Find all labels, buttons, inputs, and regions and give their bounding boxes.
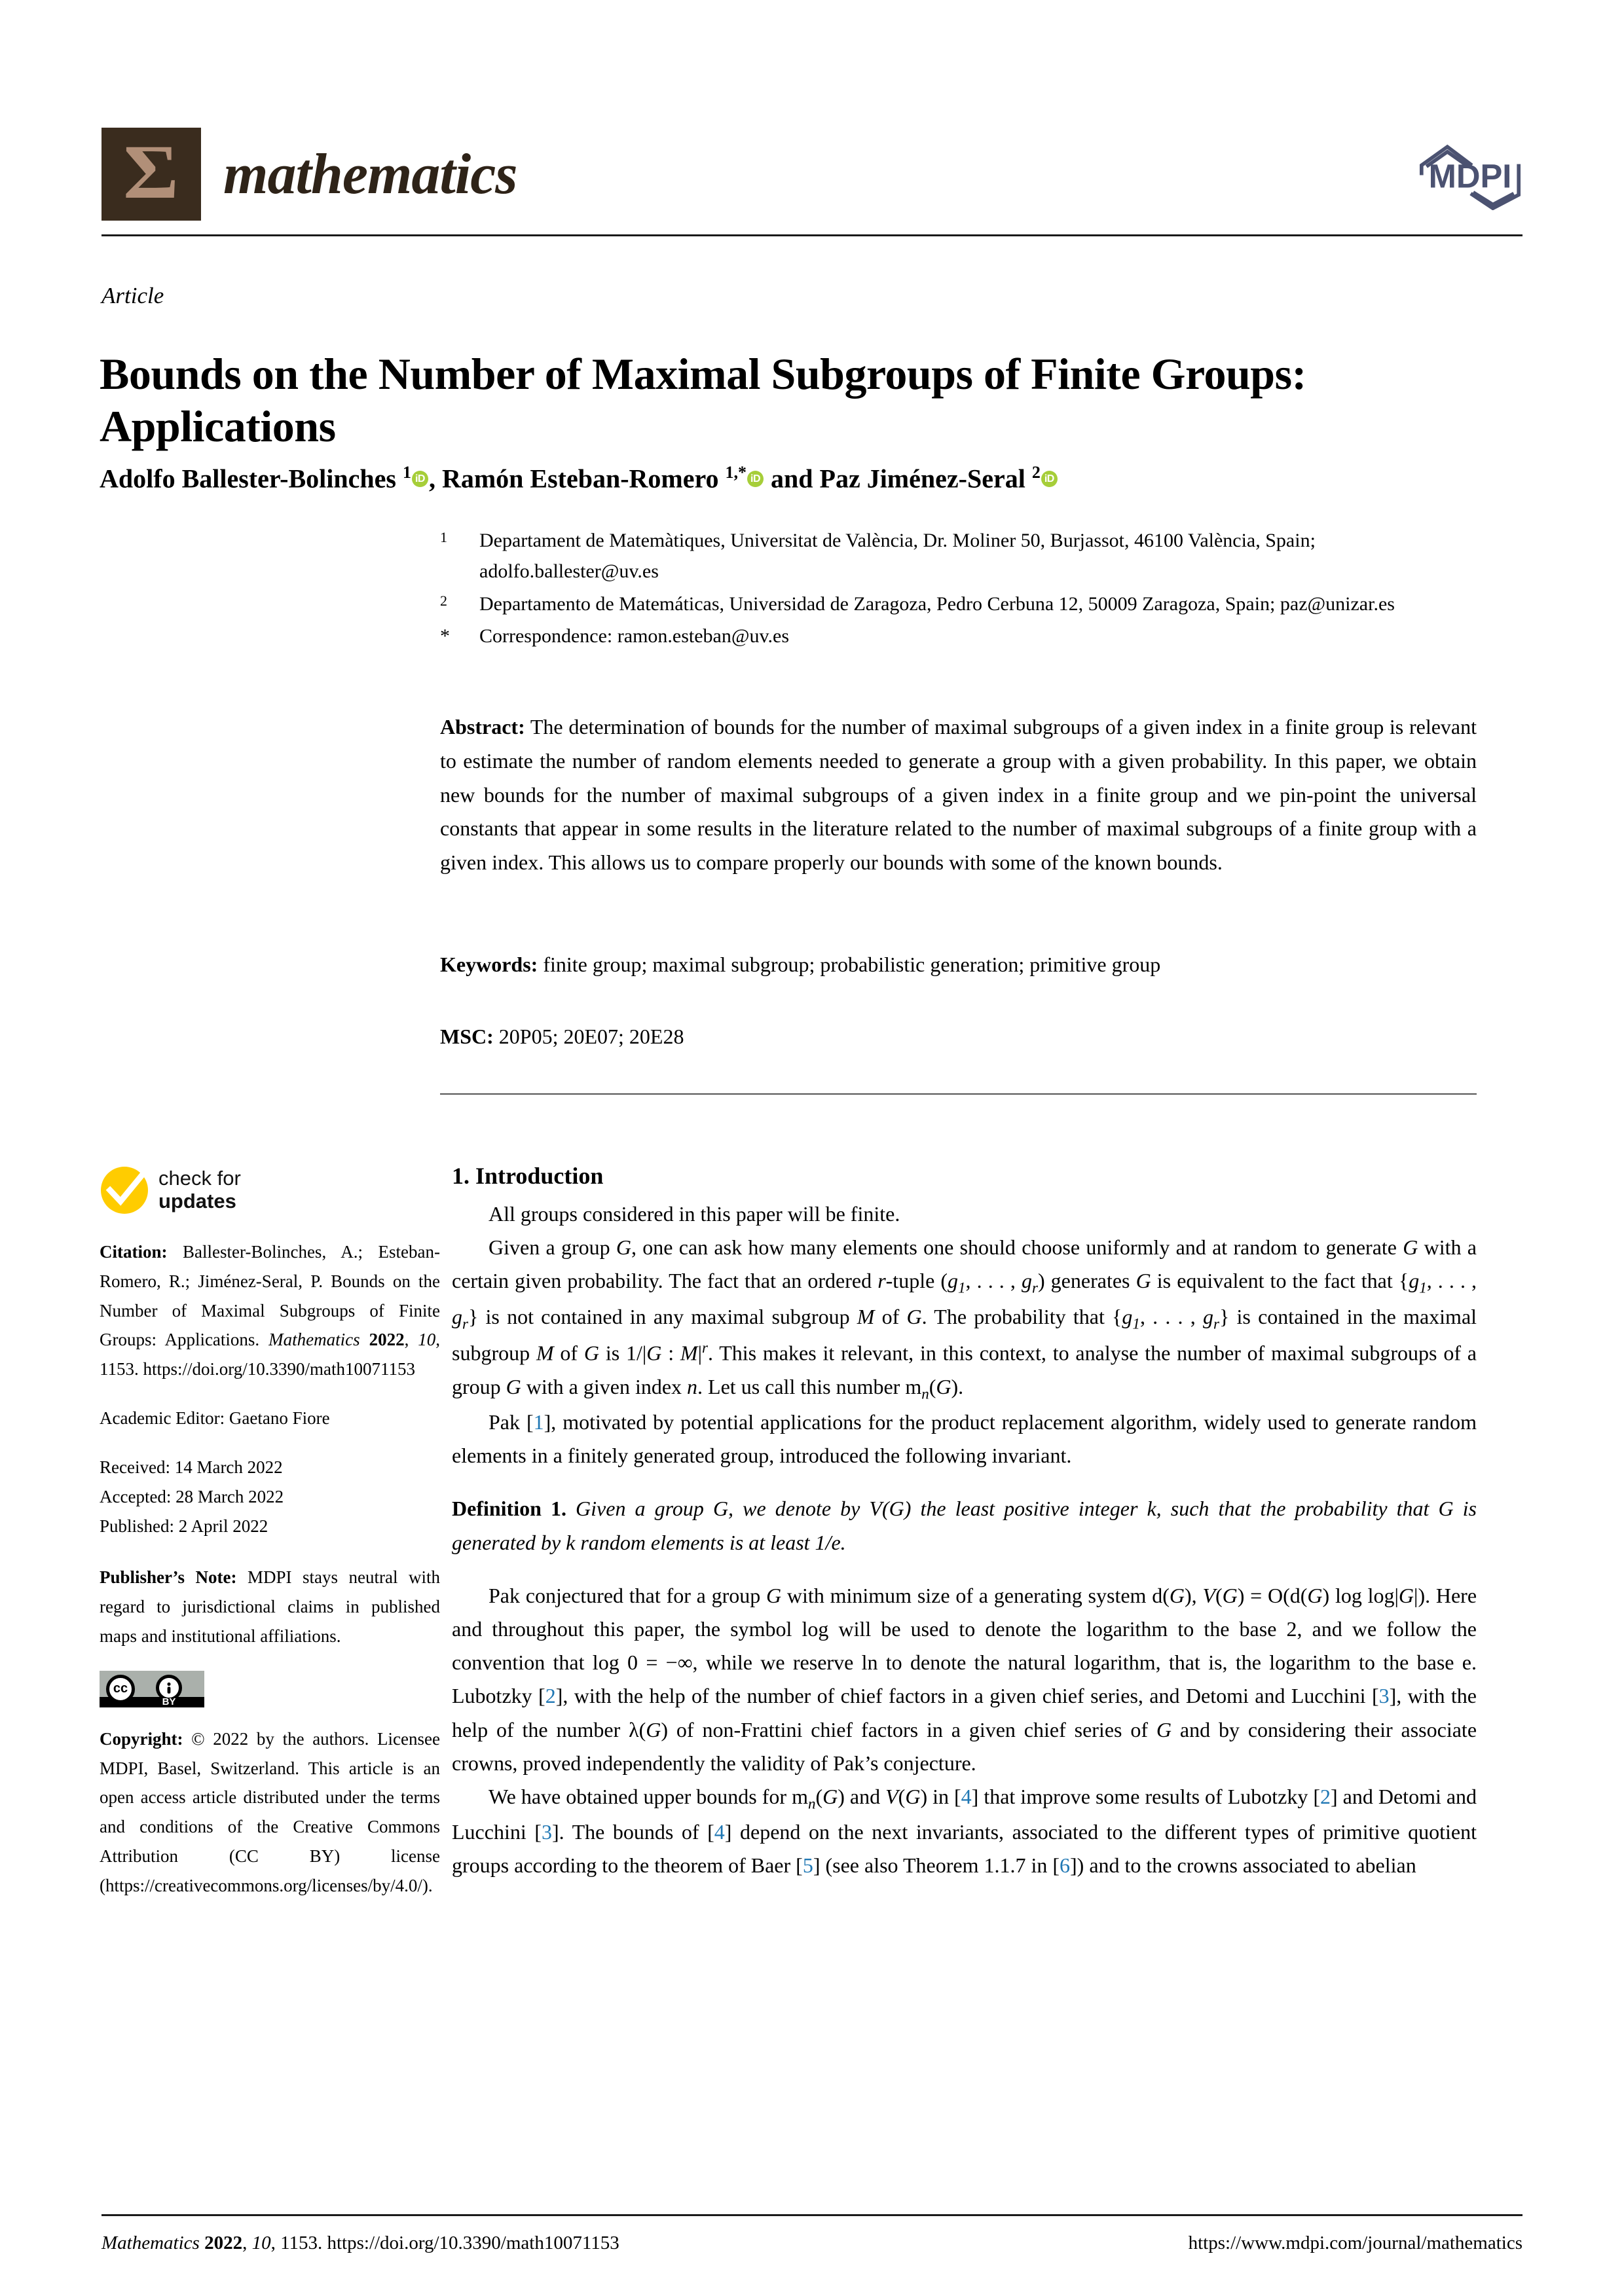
affiliation-text: Departamento de Matemáticas, Universidad…: [479, 592, 1395, 615]
cc-by-label: BY: [162, 1696, 176, 1707]
orcid-icon: iD: [747, 471, 764, 488]
cc-logo-icon: cc: [106, 1674, 135, 1704]
affiliation-marker: 2: [440, 592, 447, 609]
affiliation-text: Departament de Matemàtiques, Universitat…: [479, 530, 1316, 583]
affiliations-block: 1 Departament de Matemàtiques, Universit…: [440, 525, 1475, 653]
section-heading-introduction: 1. Introduction: [452, 1163, 604, 1189]
footer-divider: [101, 2214, 1522, 2216]
cfu-line2: updates: [158, 1190, 236, 1212]
affiliation-row: 2 Departamento de Matemáticas, Universid…: [440, 589, 1475, 619]
header-divider: [101, 234, 1522, 236]
page-footer: Mathematics 2022, 10, 1153. https://doi.…: [101, 2232, 1522, 2254]
author-list: Adolfo Ballester-Bolinches 1 iD, Ramón Es…: [100, 462, 1475, 496]
keywords-block: Keywords: finite group; maximal subgroup…: [440, 948, 1477, 981]
footer-journal-url[interactable]: https://www.mdpi.com/journal/mathematics: [1189, 2232, 1522, 2254]
check-circle-icon: [100, 1165, 149, 1215]
article-type-label: Article: [101, 283, 164, 308]
keywords-label: Keywords:: [440, 953, 538, 976]
msc-block: MSC: 20P05; 20E07; 20E28: [440, 1020, 1477, 1053]
paragraph: All groups considered in this paper will…: [489, 1202, 900, 1226]
msc-label: MSC:: [440, 1025, 494, 1048]
check-for-updates-badge[interactable]: check for updates: [100, 1165, 440, 1215]
date-received: Received: 14 March 2022: [100, 1457, 283, 1477]
page-title: Bounds on the Number of Maximal Subgroup…: [100, 348, 1306, 451]
affiliation-row: * Correspondence: ramon.esteban@uv.es: [440, 621, 1475, 651]
sidebar: check for updates Citation: Ballester-Bo…: [100, 1165, 440, 1901]
orcid-icon: iD: [1041, 471, 1058, 488]
abstract-text: The determination of bounds for the numb…: [440, 715, 1477, 875]
journal-title: mathematics: [223, 142, 518, 206]
correspondence-marker: *: [440, 625, 450, 647]
date-accepted: Accepted: 28 March 2022: [100, 1486, 284, 1506]
correspondence-text: Correspondence: ramon.esteban@uv.es: [479, 625, 790, 647]
copyright-block: Copyright: © 2022 by the authors. Licens…: [100, 1728, 440, 1895]
journal-masthead: Σ mathematics MDPI: [101, 128, 1522, 221]
svg-text:MDPI: MDPI: [1429, 157, 1512, 194]
paragraph: Given a group G, one can ask how many el…: [452, 1235, 1477, 1402]
sigma-glyph: Σ: [123, 129, 179, 215]
definition-block: Definition 1. Given a group G, we denote…: [452, 1492, 1477, 1559]
publishers-note: Publisher’s Note: MDPI stays neutral wit…: [100, 1567, 440, 1646]
affiliation-marker: 1: [440, 529, 447, 545]
sigma-logo-icon: Σ: [101, 128, 201, 221]
definition-text: Given a group G, we denote by V(G) the l…: [452, 1497, 1477, 1554]
footer-citation: Mathematics 2022, 10, 1153. https://doi.…: [101, 2232, 619, 2253]
paragraph: Pak conjectured that for a group G with …: [452, 1583, 1477, 1775]
publication-dates: Received: 14 March 2022 Accepted: 28 Mar…: [100, 1453, 440, 1540]
cfu-line1: check for: [158, 1167, 241, 1190]
paragraph: We have obtained upper bounds for mn(G) …: [452, 1784, 1477, 1878]
definition-label: Definition 1.: [452, 1497, 566, 1521]
journal-logo: Σ mathematics: [101, 128, 518, 221]
academic-editor: Academic Editor: Gaetano Fiore: [100, 1408, 330, 1429]
check-for-updates-label: check for updates: [158, 1167, 241, 1212]
keywords-text: finite group; maximal subgroup; probabil…: [543, 953, 1161, 976]
paper-page: Σ mathematics MDPI Article Bounds on the…: [0, 0, 1624, 2296]
cc-by-license-icon[interactable]: cc BY: [100, 1670, 204, 1707]
msc-text: 20P05; 20E07; 20E28: [498, 1025, 684, 1048]
paragraph: Pak [1], motivated by potential applicat…: [452, 1410, 1477, 1468]
orcid-icon: iD: [411, 471, 428, 488]
citation-block: Citation: Ballester-Bolinches, A.; Esteb…: [100, 1242, 441, 1379]
abstract-label: Abstract:: [440, 715, 525, 738]
date-published: Published: 2 April 2022: [100, 1516, 268, 1536]
mdpi-logo-icon: MDPI: [1418, 139, 1522, 210]
abstract-block: Abstract: The determination of bounds fo…: [440, 710, 1477, 880]
abstract-divider: [440, 1093, 1477, 1095]
main-content: 1. Introduction All groups considered in…: [452, 1162, 1477, 1883]
affiliation-row: 1 Departament de Matemàtiques, Universit…: [440, 525, 1475, 587]
